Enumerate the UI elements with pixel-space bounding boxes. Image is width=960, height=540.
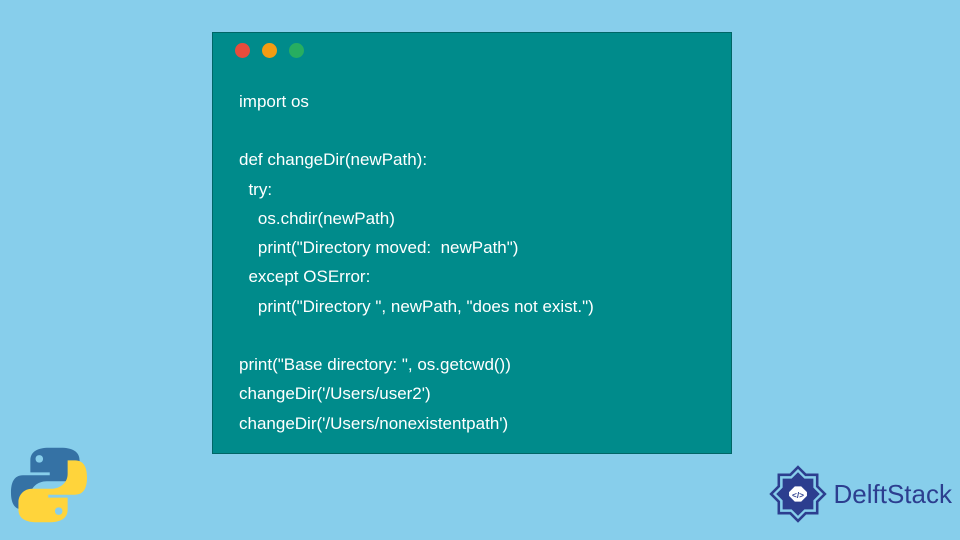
delft-stack-branding: </> DelftStack [766,462,953,526]
delft-stack-label: DelftStack [834,479,953,510]
python-logo-icon [8,444,90,526]
code-line: except OSError: [239,267,370,286]
close-icon [235,43,250,58]
svg-text:</>: </> [791,490,803,500]
maximize-icon [289,43,304,58]
code-line: changeDir('/Users/user2') [239,384,431,403]
code-line: os.chdir(newPath) [239,209,395,228]
code-line: try: [239,180,272,199]
code-line: import os [239,92,309,111]
code-window: import os def changeDir(newPath): try: o… [212,32,732,454]
code-line: print("Directory ", newPath, "does not e… [239,297,594,316]
code-block: import os def changeDir(newPath): try: o… [213,67,731,448]
code-line: print("Directory moved: newPath") [239,238,518,257]
delft-stack-icon: </> [766,462,830,526]
minimize-icon [262,43,277,58]
code-line: def changeDir(newPath): [239,150,427,169]
code-line: changeDir('/Users/nonexistentpath') [239,414,508,433]
window-title-bar [213,33,731,67]
code-line: print("Base directory: ", os.getcwd()) [239,355,511,374]
